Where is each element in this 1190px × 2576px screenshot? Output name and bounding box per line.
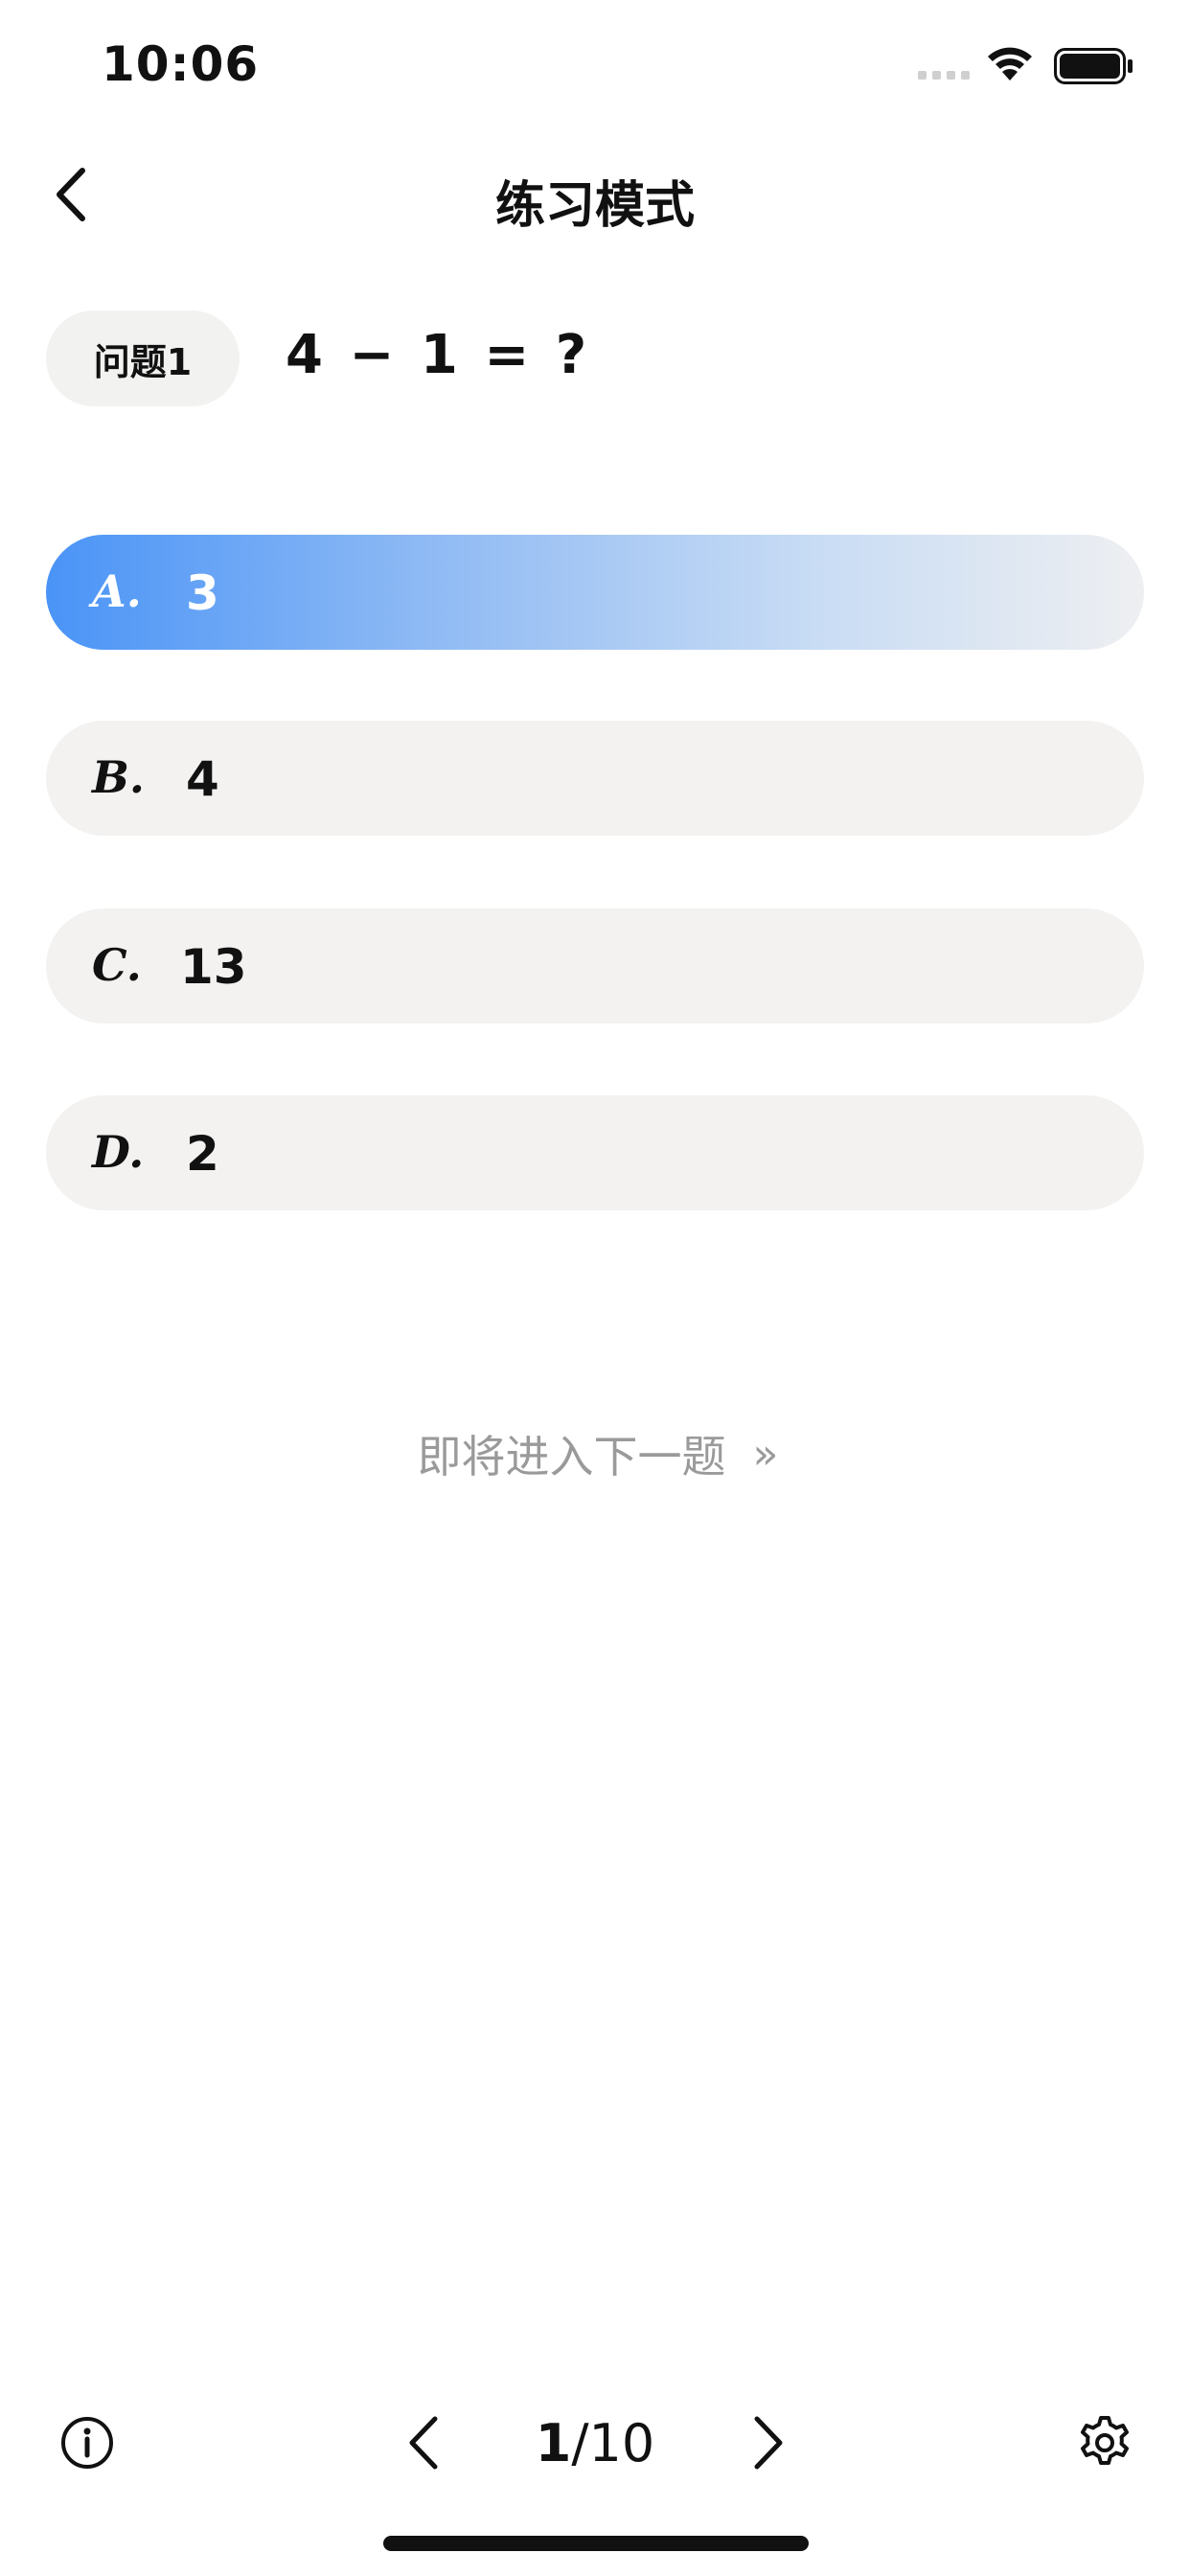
question-number-badge: 问题1 xyxy=(46,310,240,406)
option-value: 2 xyxy=(186,1126,219,1182)
next-question-hint: 即将进入下一题 » xyxy=(0,1422,1190,1485)
current-page: 1 xyxy=(535,2413,572,2473)
next-question-button[interactable] xyxy=(744,2411,791,2474)
answer-option-a[interactable]: A. 3 xyxy=(46,535,1144,650)
option-letter: C. xyxy=(92,939,142,991)
next-hint-label: 即将进入下一题 xyxy=(417,1431,726,1483)
total-pages: /10 xyxy=(571,2413,655,2473)
home-indicator xyxy=(383,2536,809,2551)
status-time: 10:06 xyxy=(102,36,260,92)
cellular-signal-icon xyxy=(918,71,970,80)
nav-bar: 练习模式 xyxy=(0,144,1190,249)
wifi-icon xyxy=(988,47,1032,80)
status-bar: 10:06 xyxy=(0,0,1190,134)
answer-option-d[interactable]: D. 2 xyxy=(46,1095,1144,1210)
battery-icon xyxy=(1054,48,1133,84)
option-letter: D. xyxy=(92,1126,145,1178)
page-title: 练习模式 xyxy=(494,177,695,235)
chevron-right-icon xyxy=(754,2416,783,2470)
bottom-toolbar: 1/10 xyxy=(0,2396,1190,2492)
option-value: 13 xyxy=(180,939,247,995)
answer-option-b[interactable]: B. 4 xyxy=(46,721,1144,836)
double-chevron-right-icon: » xyxy=(752,1429,779,1479)
option-letter: A. xyxy=(92,565,142,617)
option-value: 4 xyxy=(186,751,219,807)
question-text: 4 − 1 = ? xyxy=(286,324,591,386)
option-value: 3 xyxy=(186,565,219,621)
page-counter: 1/10 xyxy=(0,2413,1190,2473)
answer-option-c[interactable]: C. 13 xyxy=(46,908,1144,1024)
option-letter: B. xyxy=(92,751,145,803)
gear-icon xyxy=(1081,2416,1129,2465)
settings-button[interactable] xyxy=(1075,2413,1134,2472)
